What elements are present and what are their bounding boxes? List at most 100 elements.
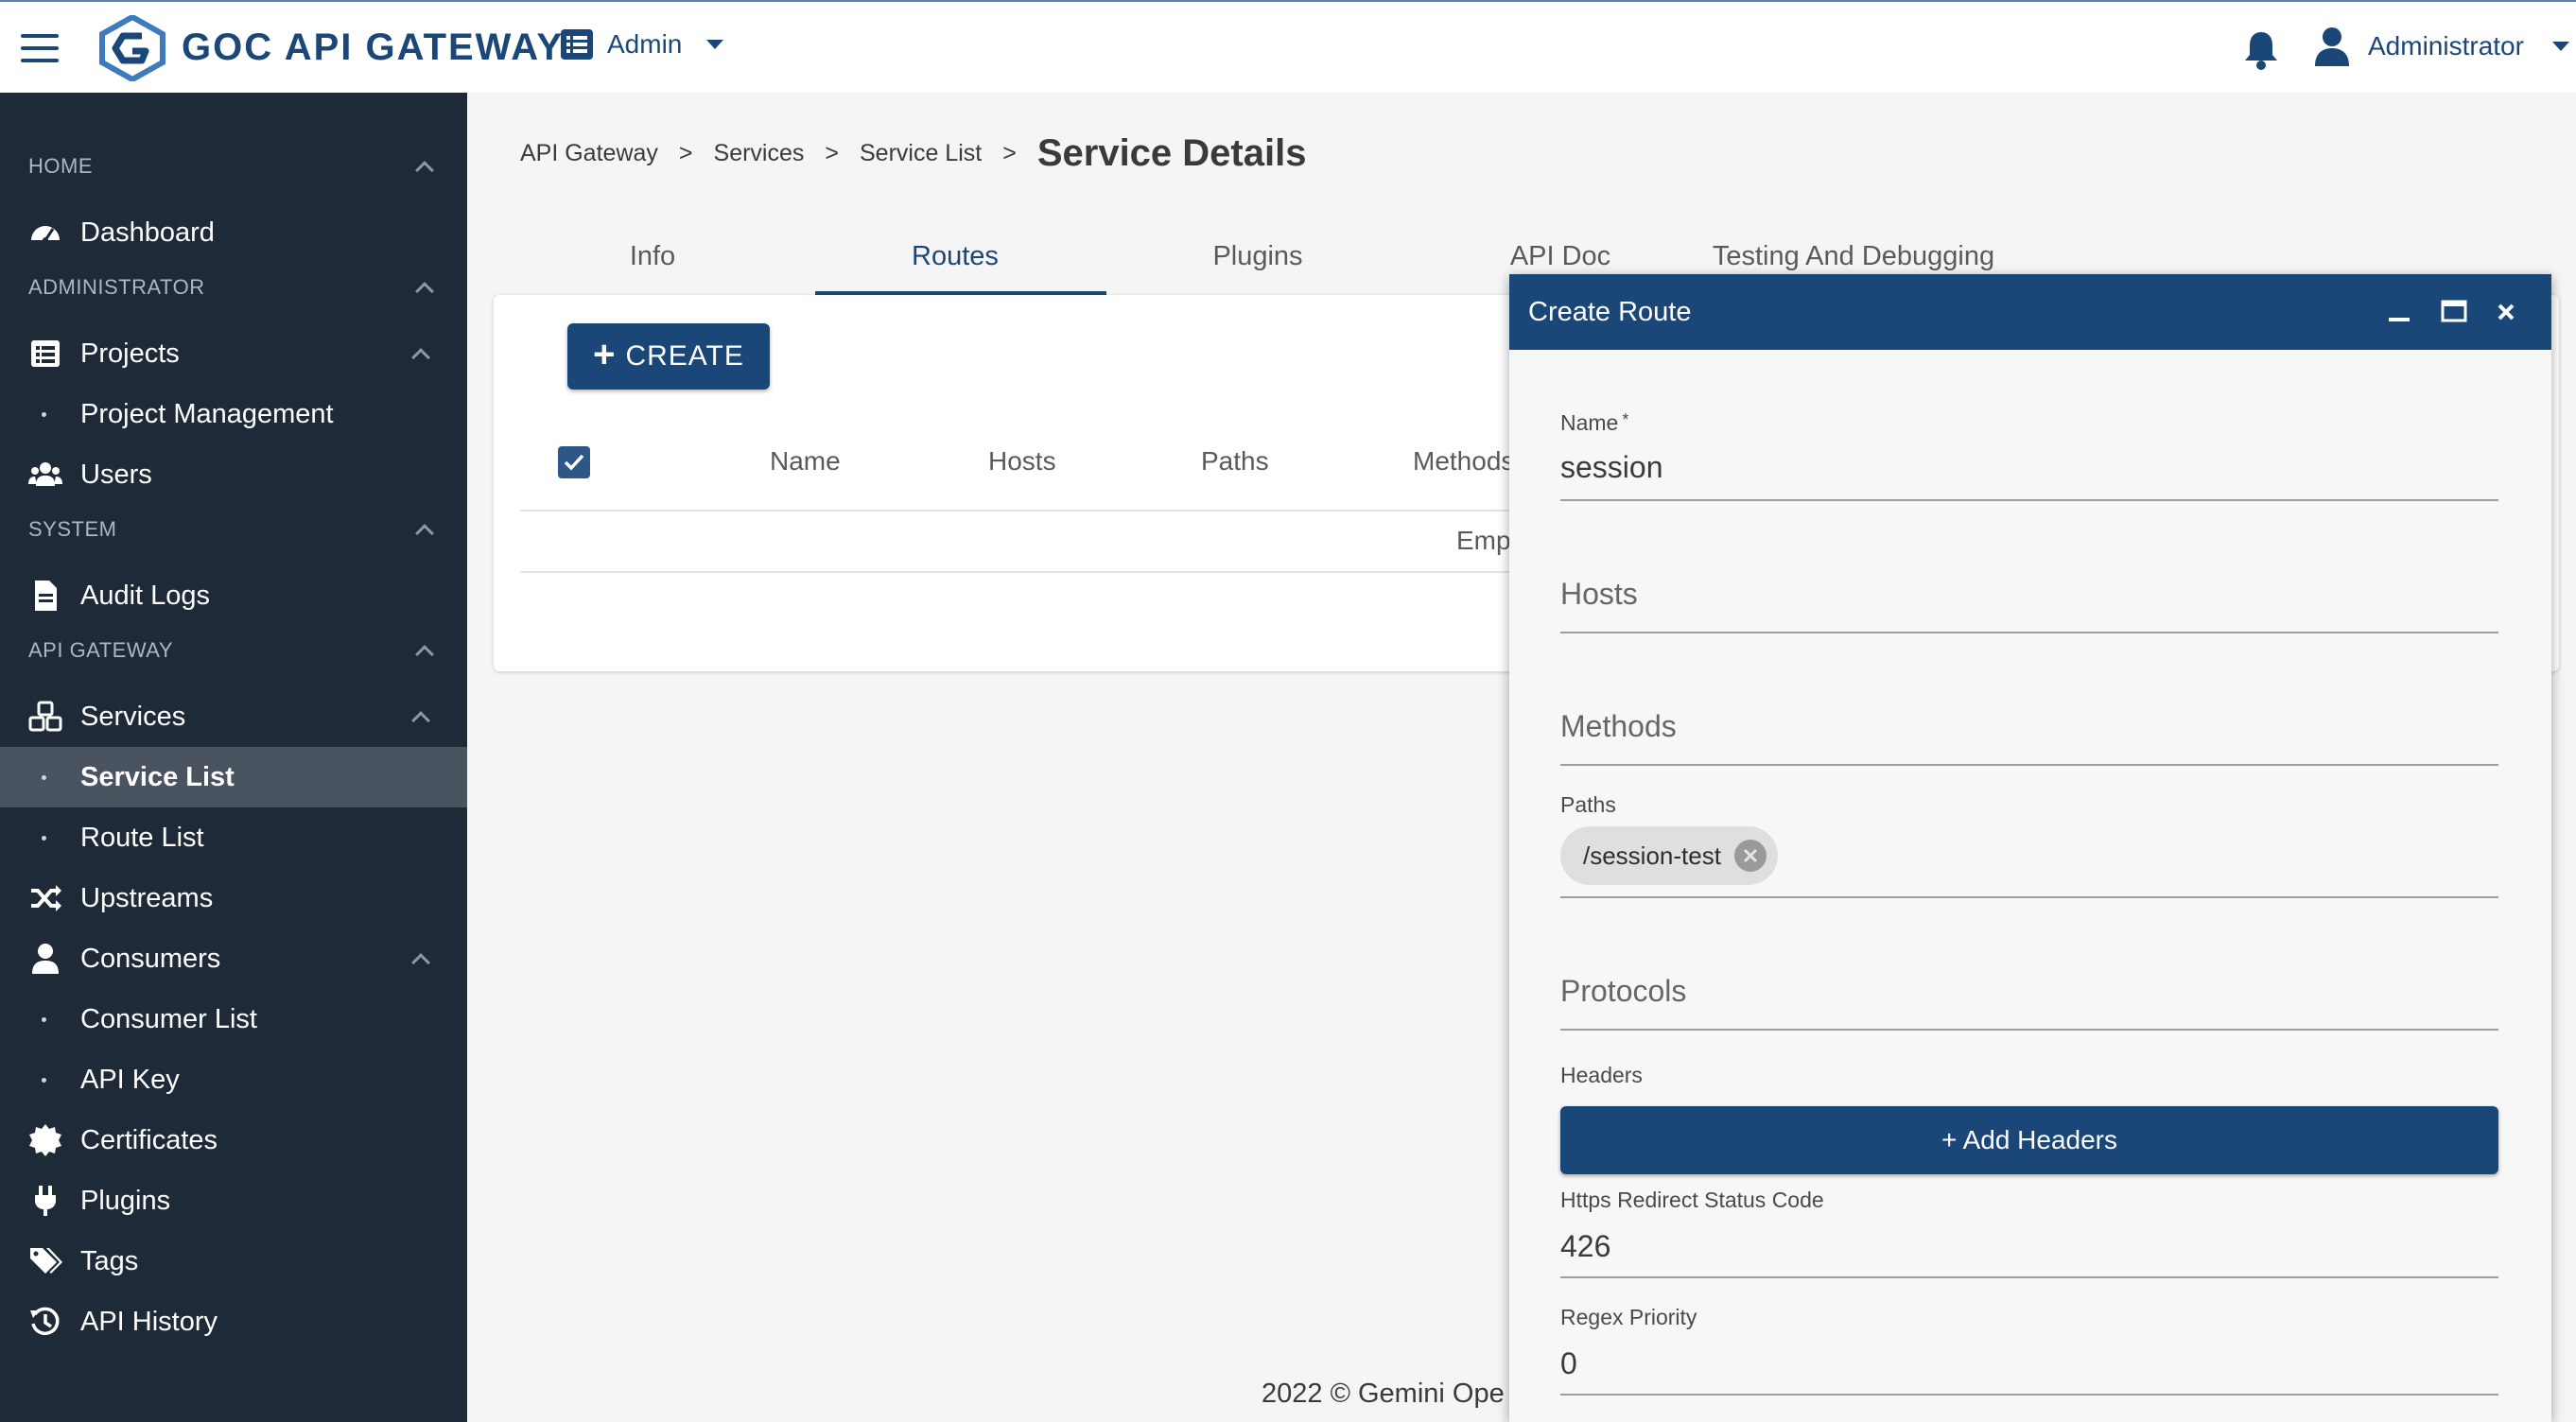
required-mark: * [1622, 410, 1629, 429]
dialog-header[interactable]: Create Route [1509, 274, 2551, 350]
sidebar-item-route-list[interactable]: Route List [0, 807, 467, 868]
name-input[interactable]: session [1560, 450, 2498, 485]
chevron-up-icon [411, 953, 430, 972]
paths-label-wrap: Paths [1560, 792, 2498, 818]
protocols-underline [1560, 1029, 2498, 1031]
user-avatar-icon [2315, 27, 2349, 66]
protocols-select[interactable]: Protocols [1560, 974, 2498, 1009]
sidebar-section-administrator[interactable]: ADMINISTRATOR [28, 269, 439, 306]
sidebar-item-api-history[interactable]: API History [0, 1292, 467, 1352]
sidebar-item-upstreams[interactable]: Upstreams [0, 868, 467, 928]
tab-plugins[interactable]: Plugins [1106, 217, 1409, 295]
sidebar-item-projects[interactable]: Projects [0, 323, 467, 384]
methods-select[interactable]: Methods [1560, 709, 2498, 744]
chevron-up-icon [411, 711, 430, 730]
methods-underline [1560, 764, 2498, 766]
tab-info[interactable]: Info [501, 217, 804, 295]
sidebar-item-certificates[interactable]: Certificates [0, 1110, 467, 1171]
path-chip-label: /session-test [1583, 841, 1721, 870]
bullet-icon [42, 835, 46, 841]
sidebar-item-plugins[interactable]: Plugins [0, 1171, 467, 1231]
caret-down-icon [2551, 42, 2569, 51]
regex-priority-label-wrap: Regex Priority [1560, 1305, 2498, 1330]
sidebar: HOME Dashboard ADMINISTRATOR Projects Pr… [0, 93, 467, 1422]
brand-title: GOC API GATEWAY [182, 26, 565, 68]
name-field[interactable]: Name * [1560, 410, 2498, 436]
sidebar-item-audit-logs[interactable]: Audit Logs [0, 565, 467, 626]
table-divider [520, 571, 1560, 573]
role-switch-label: Admin [607, 29, 683, 59]
top-bar: GOC API GATEWAY Admin Administrator [0, 0, 2576, 93]
name-label: Name [1560, 410, 1619, 435]
methods-placeholder: Methods [1560, 709, 1677, 743]
breadcrumb-separator: > [678, 140, 693, 166]
sidebar-item-consumer-list[interactable]: Consumer List [0, 989, 467, 1049]
table-empty-text: Emp [1456, 526, 1511, 555]
create-route-button[interactable]: + CREATE [567, 323, 770, 390]
section-label: ADMINISTRATOR [28, 275, 205, 299]
sidebar-item-consumers[interactable]: Consumers [0, 928, 467, 989]
regex-priority-underline [1560, 1394, 2498, 1396]
bullet-icon [42, 774, 46, 780]
tab-routes[interactable]: Routes [804, 217, 1106, 295]
column-header-name[interactable]: Name [770, 446, 841, 477]
hosts-input[interactable]: Hosts [1560, 577, 2498, 612]
breadcrumb-separator: > [1002, 140, 1017, 166]
bullet-icon [42, 1016, 46, 1022]
headers-label-wrap: Headers [1560, 1063, 2498, 1088]
user-menu[interactable]: Administrator [2313, 26, 2569, 66]
https-redirect-underline [1560, 1276, 2498, 1278]
sidebar-item-users[interactable]: Users [0, 444, 467, 505]
https-redirect-input[interactable]: 426 [1560, 1229, 2498, 1264]
create-button-label: CREATE [625, 340, 744, 372]
role-switch-dropdown[interactable]: Admin [560, 28, 724, 61]
sidebar-item-tags[interactable]: Tags [0, 1231, 467, 1292]
hamburger-menu-icon[interactable] [21, 34, 59, 62]
sidebar-item-dashboard[interactable]: Dashboard [0, 202, 467, 263]
breadcrumb-api-gateway[interactable]: API Gateway [520, 140, 658, 167]
sidebar-item-project-management[interactable]: Project Management [0, 384, 467, 444]
document-icon [35, 581, 57, 611]
close-icon[interactable] [2485, 291, 2527, 333]
shuffle-icon [31, 885, 61, 911]
certificate-icon [29, 1124, 61, 1156]
regex-priority-label: Regex Priority [1560, 1305, 1697, 1329]
name-underline [1560, 499, 2498, 501]
regex-priority-input[interactable]: 0 [1560, 1346, 2498, 1381]
section-label: HOME [28, 154, 93, 178]
chevron-up-icon [415, 161, 434, 180]
column-header-hosts[interactable]: Hosts [988, 446, 1056, 477]
sidebar-item-api-key[interactable]: API Key [0, 1049, 467, 1110]
sidebar-section-system[interactable]: SYSTEM [28, 511, 439, 548]
section-label: API GATEWAY [28, 638, 174, 662]
column-header-methods[interactable]: Methods [1413, 446, 1514, 477]
breadcrumb-service-list[interactable]: Service List [860, 140, 982, 167]
sidebar-item-service-list[interactable]: Service List [0, 747, 467, 807]
paths-underline [1560, 896, 2498, 898]
table-divider [520, 510, 1560, 512]
select-all-checkbox[interactable] [558, 446, 590, 478]
sidebar-section-api-gateway[interactable]: API GATEWAY [28, 632, 439, 669]
breadcrumb-services[interactable]: Services [714, 140, 805, 167]
maximize-icon[interactable] [2432, 291, 2474, 333]
breadcrumb-separator: > [825, 140, 839, 166]
column-header-paths[interactable]: Paths [1201, 446, 1269, 477]
dialog-title: Create Route [1528, 297, 1692, 327]
users-icon [28, 462, 62, 486]
caret-down-icon [706, 40, 724, 49]
list-icon [31, 340, 60, 367]
remove-chip-icon[interactable] [1733, 840, 1767, 872]
gateway-logo-icon [99, 15, 165, 81]
hosts-underline [1560, 632, 2498, 633]
plug-icon [35, 1186, 56, 1216]
protocols-placeholder: Protocols [1560, 974, 1687, 1008]
notification-bell-icon[interactable] [2241, 28, 2281, 70]
sidebar-item-services[interactable]: Services [0, 686, 467, 747]
path-chip[interactable]: /session-test [1560, 826, 1778, 885]
sidebar-section-home[interactable]: HOME [28, 147, 439, 185]
minimize-icon[interactable] [2377, 291, 2419, 333]
cubes-icon [28, 701, 62, 732]
create-route-dialog: Create Route Name * session Hosts Methods… [1509, 274, 2551, 1422]
add-headers-button[interactable]: + Add Headers [1560, 1106, 2498, 1174]
chevron-up-icon [415, 524, 434, 543]
